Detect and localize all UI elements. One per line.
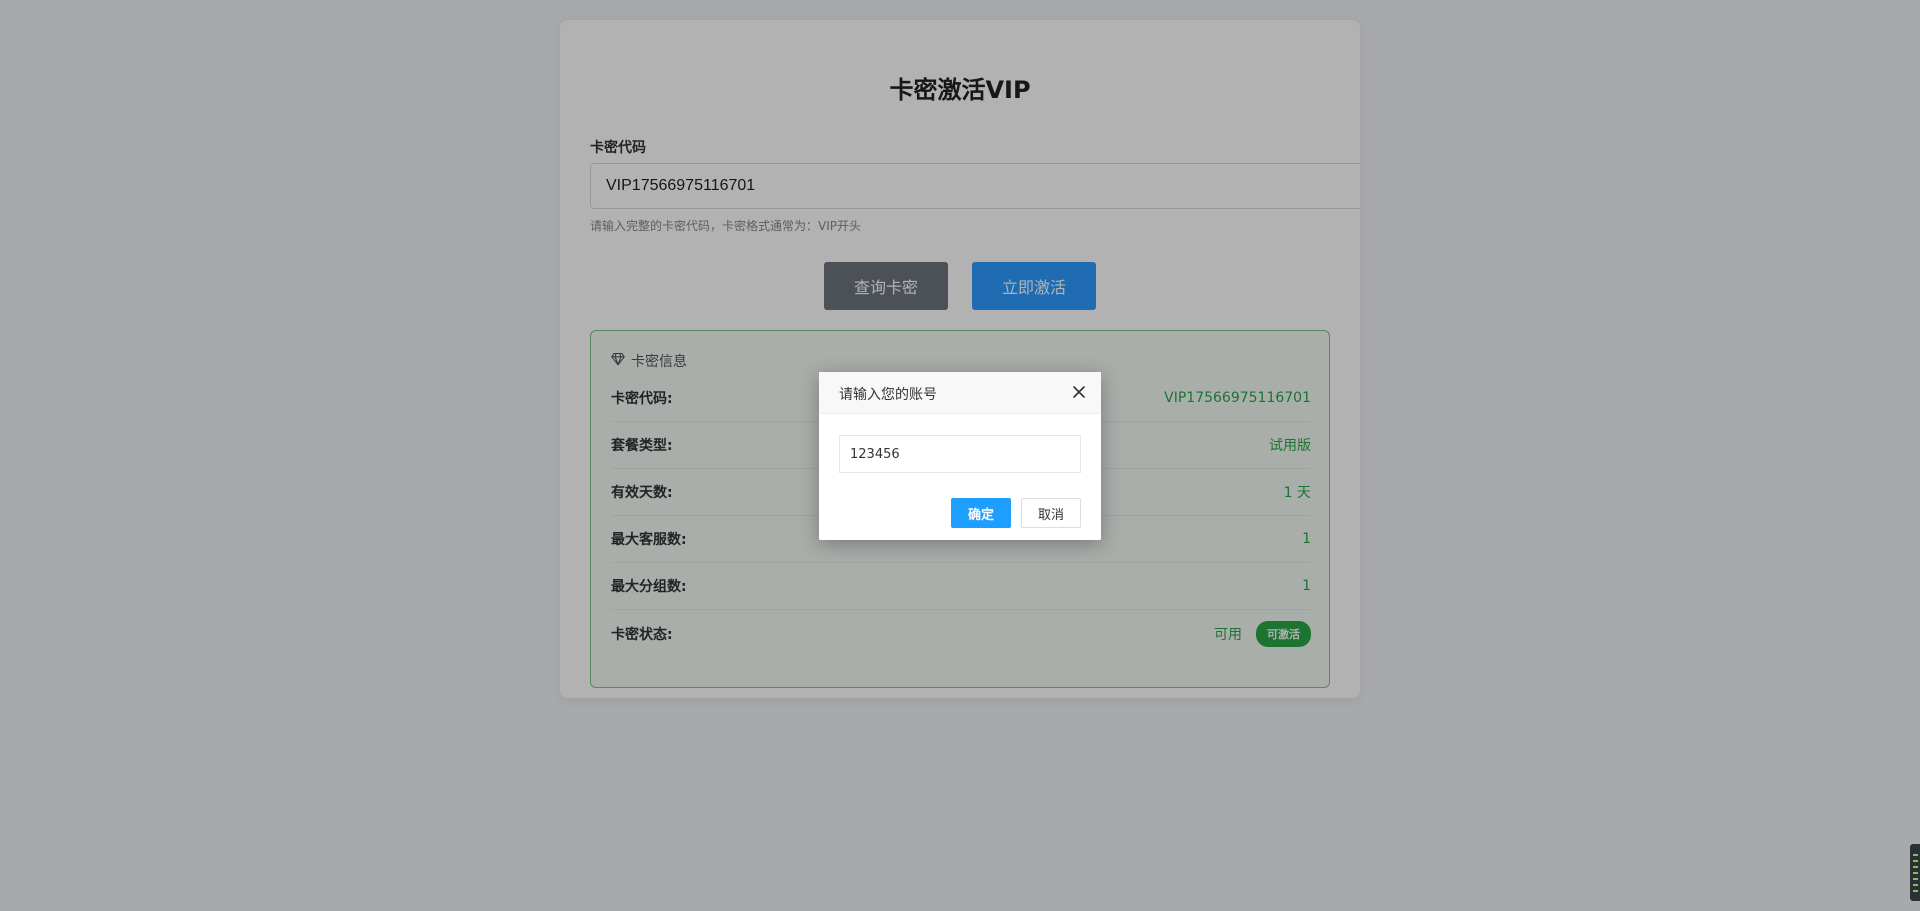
account-dialog: 请输入您的账号 确定 取消 — [819, 372, 1101, 540]
side-widget-icon[interactable] — [1910, 844, 1920, 901]
close-icon[interactable] — [1071, 384, 1087, 400]
dialog-title: 请输入您的账号 — [839, 387, 937, 403]
cancel-button[interactable]: 取消 — [1021, 498, 1081, 528]
dialog-header: 请输入您的账号 — [819, 372, 1101, 414]
confirm-button[interactable]: 确定 — [951, 498, 1011, 528]
page: 卡密激活VIP 卡密代码 请输入完整的卡密代码，卡密格式通常为：VIP开头 查询… — [0, 0, 1920, 911]
account-input[interactable] — [839, 435, 1081, 473]
